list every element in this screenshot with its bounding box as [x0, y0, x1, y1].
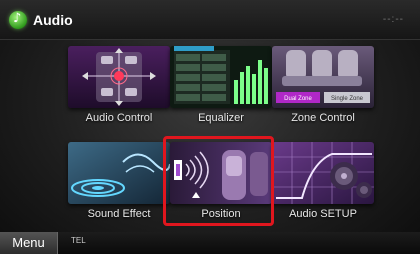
bottom-bar: Menu TEL	[0, 232, 420, 254]
dual-zone-text: Dual Zone	[284, 96, 312, 102]
tel-status: TEL	[71, 236, 86, 245]
audio-setup-label: Audio SETUP	[289, 208, 357, 220]
equalizer-button[interactable]: Equalizer	[170, 46, 272, 136]
speaker-crossover-icon	[272, 142, 374, 204]
zone-control-label: Zone Control	[291, 112, 355, 124]
audio-menu-screen: Audio --:--	[0, 0, 420, 254]
clock-display: --:--	[382, 14, 404, 25]
equalizer-sliders-icon	[170, 46, 272, 108]
audio-control-button[interactable]: Audio Control	[68, 46, 170, 136]
page-title: Audio	[33, 12, 73, 28]
sound-wave-icon	[68, 142, 170, 204]
equalizer-label: Equalizer	[198, 112, 244, 124]
selection-highlight	[163, 136, 274, 226]
single-zone-text: Single Zone	[331, 96, 364, 102]
header-bar: Audio --:--	[0, 0, 420, 40]
zone-control-button[interactable]: Dual Zone Single Zone Zone Control	[272, 46, 374, 136]
speaker-fader-icon	[68, 46, 170, 108]
menu-button[interactable]: Menu	[0, 232, 58, 254]
audio-setup-button[interactable]: Audio SETUP	[272, 142, 374, 232]
sound-effect-button[interactable]: Sound Effect	[68, 142, 170, 232]
music-note-icon	[9, 11, 27, 29]
sound-effect-label: Sound Effect	[87, 208, 151, 220]
audio-control-label: Audio Control	[85, 112, 153, 124]
car-seats-zone-icon: Dual Zone Single Zone	[272, 46, 374, 108]
